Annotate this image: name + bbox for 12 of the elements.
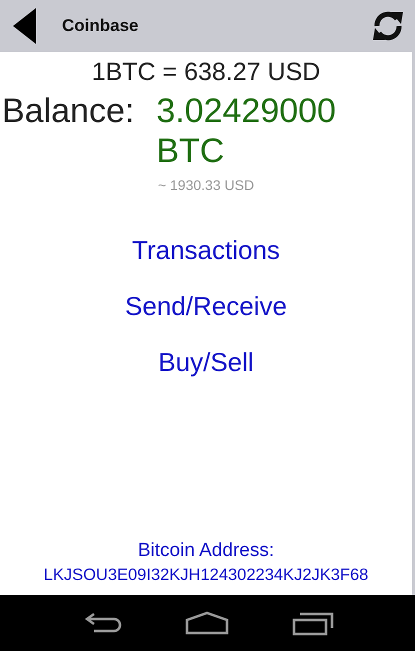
menu-link[interactable]: Transactions: [132, 233, 280, 267]
balance-label: Balance:: [2, 91, 134, 132]
balance-usd: ~ 1930.33 USD: [158, 177, 254, 193]
menu-link[interactable]: Send/Receive: [125, 289, 287, 323]
address-value: LKJSOU3E09I32KJH124302234KJ2JK3F68: [44, 566, 368, 585]
recents-icon[interactable]: [292, 610, 334, 636]
home-icon[interactable]: [184, 611, 228, 635]
app-title: Coinbase: [62, 16, 140, 36]
exchange-rate: 1BTC = 638.27 USD: [92, 58, 320, 87]
address-label: Bitcoin Address:: [138, 540, 274, 562]
menu-link[interactable]: Buy/Sell: [158, 345, 254, 379]
balance-value: 3.02429000 BTC: [156, 91, 337, 171]
